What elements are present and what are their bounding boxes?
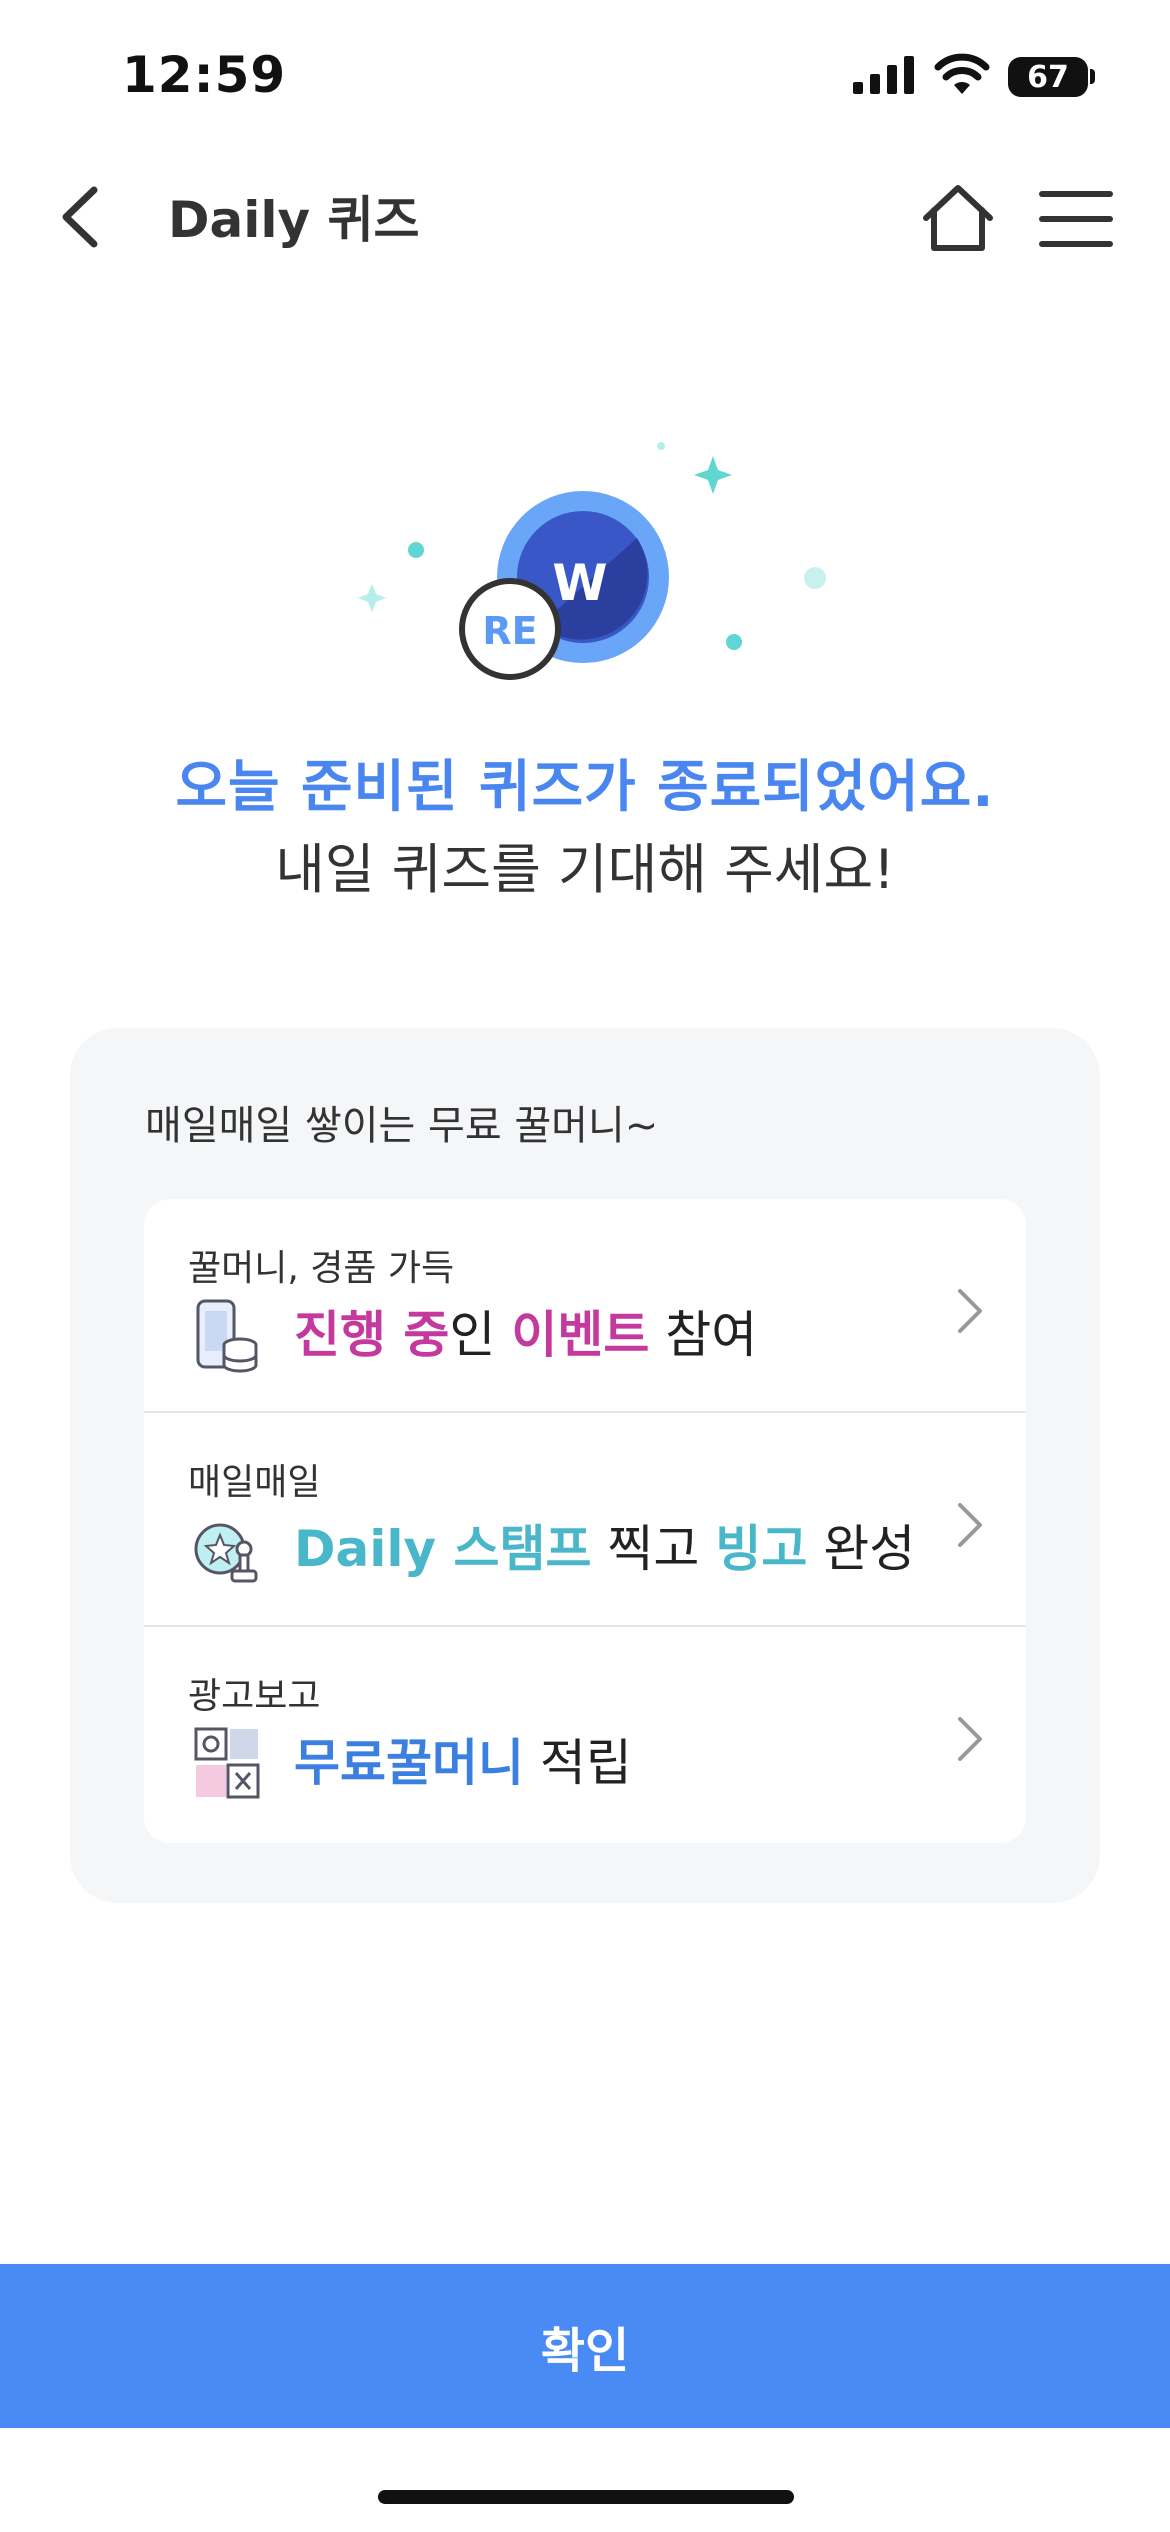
ad-icon xyxy=(194,1727,260,1799)
item-caption: 매일매일 xyxy=(188,1462,321,1503)
quiz-ended-illustration: W RE xyxy=(358,442,826,680)
stamp-icon xyxy=(194,1523,258,1583)
menu-button[interactable] xyxy=(1036,186,1116,252)
item-text-ad: 무료꿀머니 적립 xyxy=(294,1723,632,1795)
list-item-event[interactable]: 꿀머니, 경품 가득 진행 중인 이벤트 참여 xyxy=(144,1199,1026,1413)
home-indicator xyxy=(378,2490,794,2504)
plain-text: 찍고 xyxy=(591,1520,716,1578)
item-caption: 꿀머니, 경품 가득 xyxy=(188,1248,455,1289)
quiz-tomorrow-message: 내일 퀴즈를 기대해 주세요! xyxy=(275,838,895,901)
page-title: Daily 퀴즈 xyxy=(168,191,420,249)
cellular-signal-icon xyxy=(853,56,914,94)
hamburger-menu-icon xyxy=(1039,191,1113,247)
quiz-ended-message: 오늘 준비된 퀴즈가 종료되었어요. xyxy=(175,755,995,820)
battery-level: 67 xyxy=(1027,59,1069,95)
confirm-button[interactable]: 확인 xyxy=(0,2264,1170,2428)
status-time: 12:59 xyxy=(122,46,287,104)
battery-nub xyxy=(1090,69,1095,84)
home-button[interactable] xyxy=(918,180,998,260)
item-text-stamp: Daily 스탬프 찍고 빙고 완성 xyxy=(294,1509,915,1581)
phone-coins-icon xyxy=(196,1299,258,1373)
list-item-stamp[interactable]: 매일매일 Daily 스탬프 찍고 빙고 완성 xyxy=(144,1413,1026,1627)
chevron-right-icon xyxy=(958,1717,982,1761)
battery-icon: 67 xyxy=(1008,57,1088,97)
card-title: 매일매일 쌓이는 무료 꿀머니~ xyxy=(145,1103,659,1149)
highlight-text: 무료꿀머니 xyxy=(294,1734,524,1792)
highlight-text: 빙고 xyxy=(715,1520,808,1578)
plain-text: 적립 xyxy=(524,1734,632,1792)
chevron-right-icon xyxy=(958,1503,982,1547)
item-text-event: 진행 중인 이벤트 참여 xyxy=(294,1295,757,1367)
free-money-list: 꿀머니, 경품 가득 진행 중인 이벤트 참여 매일매일 Daily 스탬프 찍… xyxy=(144,1199,1026,1843)
chevron-left-icon xyxy=(62,186,98,248)
chevron-right-icon xyxy=(958,1289,982,1333)
wifi-icon xyxy=(934,53,990,94)
plain-text: 완성 xyxy=(807,1520,916,1578)
highlight-text: 이벤트 xyxy=(511,1306,650,1364)
back-button[interactable] xyxy=(52,182,112,252)
list-item-ad[interactable]: 광고보고 무료꿀머니 적립 xyxy=(144,1627,1026,1841)
screen: 12:59 67 Daily 퀴즈 W RE 오늘 준비된 퀴즈가 종료되었어요… xyxy=(0,0,1170,2532)
item-caption: 광고보고 xyxy=(188,1676,321,1717)
plain-text: 인 xyxy=(449,1306,512,1364)
re-badge: RE xyxy=(459,578,561,680)
plain-text: 참여 xyxy=(649,1306,758,1364)
re-badge-label: RE xyxy=(482,609,537,653)
home-icon xyxy=(923,185,993,251)
highlight-text: 진행 중 xyxy=(294,1306,450,1364)
w-badge-label: W xyxy=(552,554,607,612)
highlight-text: Daily 스탬프 xyxy=(294,1520,592,1578)
